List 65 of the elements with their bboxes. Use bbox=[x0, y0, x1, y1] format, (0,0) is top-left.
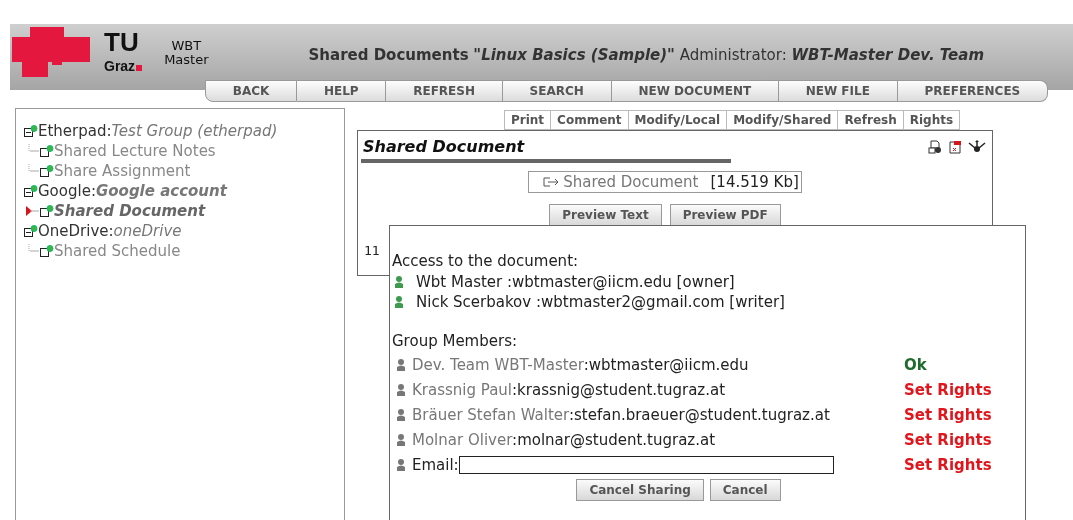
page-title: Shared Documents "Linux Basics (Sample)" Administrator: WBT-Master Dev. Team bbox=[308, 46, 985, 64]
access-entry: Nick Scerbakov :wbtmaster2@gmail.com [writer] bbox=[416, 293, 785, 311]
document-action-tab[interactable]: Print bbox=[504, 110, 552, 130]
nav-button[interactable]: SEARCH bbox=[502, 80, 612, 102]
tree-node[interactable]: Etherpad:Test Group (etherpad) bbox=[38, 122, 278, 140]
access-entry: Wbt Master :wbtmaster@iicm.edu [owner] bbox=[416, 273, 735, 291]
tree-item[interactable]: Shared Document bbox=[54, 202, 206, 220]
nav-button[interactable]: HELP bbox=[297, 80, 387, 102]
email-field[interactable] bbox=[458, 455, 834, 474]
document-action-tab[interactable]: Rights bbox=[903, 110, 961, 130]
logo-text: TU bbox=[104, 27, 140, 58]
user-icon bbox=[396, 357, 406, 372]
logo-text: Graz bbox=[104, 58, 143, 74]
nav-button[interactable]: NEW FILE bbox=[778, 80, 898, 102]
tree-node[interactable]: OneDrive:oneDrive bbox=[38, 222, 182, 240]
document-title: Shared Document bbox=[363, 137, 525, 156]
document-node-icon bbox=[40, 165, 54, 177]
printer-icon[interactable] bbox=[928, 139, 942, 154]
member-entry: Krassnig Paul:krassnig@student.tugraz.at bbox=[412, 380, 727, 399]
email-label: Email: bbox=[412, 455, 459, 474]
document-action-tab[interactable]: Refresh bbox=[838, 110, 904, 130]
user-icon bbox=[394, 275, 404, 289]
document-action-tab[interactable]: Comment bbox=[551, 110, 629, 130]
dialog-button[interactable]: Cancel Sharing bbox=[576, 479, 704, 501]
pdf-icon[interactable] bbox=[948, 139, 962, 154]
set-rights-link[interactable]: Set Rights bbox=[904, 455, 992, 474]
nav-button[interactable]: REFRESH bbox=[386, 80, 503, 102]
folder-node-icon bbox=[24, 225, 38, 237]
product-name: WBT bbox=[171, 39, 202, 54]
member-status-link[interactable]: Set Rights bbox=[904, 430, 992, 449]
folder-node-icon bbox=[24, 125, 38, 137]
share-icon[interactable] bbox=[968, 139, 986, 154]
member-status-link[interactable]: Ok bbox=[904, 355, 927, 374]
user-icon bbox=[394, 295, 404, 309]
preview-button[interactable]: Preview Text bbox=[549, 204, 662, 226]
file-link[interactable]: Shared Document [14.519 Kb] bbox=[528, 171, 802, 193]
product-name: Master bbox=[164, 53, 209, 68]
member-entry: Molnar Oliver:molnar@student.tugraz.at bbox=[412, 430, 717, 449]
section-heading: Access to the document: bbox=[392, 252, 580, 272]
tree-item[interactable]: Share Assignment bbox=[54, 162, 191, 180]
dialog-button[interactable]: Cancel bbox=[709, 479, 781, 501]
member-status-link[interactable]: Set Rights bbox=[904, 405, 992, 424]
tree-item[interactable]: Shared Schedule bbox=[54, 242, 181, 260]
user-icon bbox=[396, 407, 406, 422]
tree-node[interactable]: Google:Google account bbox=[38, 182, 227, 200]
document-node-icon bbox=[40, 145, 54, 157]
user-icon bbox=[396, 382, 406, 397]
tree-item[interactable]: Shared Lecture Notes bbox=[54, 142, 216, 160]
document-action-tab[interactable]: Modify/Local bbox=[628, 110, 728, 130]
member-entry: Dev. Team WBT-Master:wbtmaster@iicm.edu bbox=[412, 355, 750, 374]
member-entry: Bräuer Stefan Walter:stefan.braeuer@student.tugraz.at bbox=[412, 405, 831, 424]
tu-graz-logo-icon bbox=[12, 27, 90, 77]
nav-button[interactable]: PREFERENCES bbox=[897, 80, 1049, 102]
document-action-tab[interactable]: Modify/Shared bbox=[727, 110, 839, 130]
document-node-icon bbox=[40, 205, 54, 217]
nav-button[interactable]: NEW DOCUMENT bbox=[611, 80, 779, 102]
user-icon bbox=[396, 432, 406, 447]
nav-button[interactable]: BACK bbox=[205, 80, 298, 102]
document-node-icon bbox=[40, 245, 54, 257]
section-heading: Group Members: bbox=[392, 332, 518, 352]
member-status-link[interactable]: Set Rights bbox=[904, 380, 992, 399]
folder-node-icon bbox=[24, 185, 38, 197]
line-number: 11 bbox=[364, 243, 380, 258]
preview-button[interactable]: Preview PDF bbox=[669, 204, 781, 226]
user-icon bbox=[396, 457, 406, 472]
